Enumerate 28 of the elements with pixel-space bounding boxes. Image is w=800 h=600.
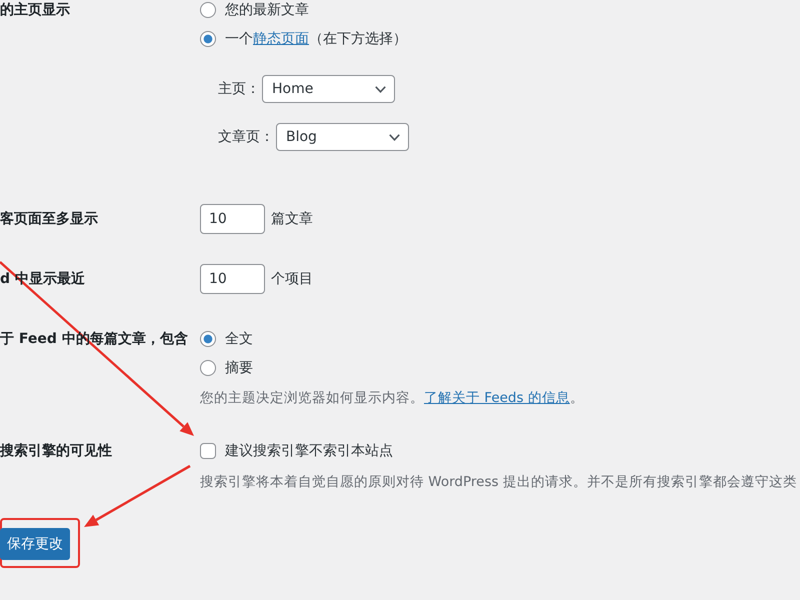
select-label: 主页： <box>218 80 260 99</box>
save-button[interactable]: 保存更改 <box>0 528 70 560</box>
page-select[interactable]: Home <box>262 75 395 103</box>
checkbox[interactable] <box>200 443 216 459</box>
description-text: 搜索引擎将本着自觉自愿的原则对待 WordPress 提出的请求。并不是所有搜索引擎都会遵守这类 <box>200 473 797 492</box>
select-label: 文章页： <box>218 128 274 147</box>
radio-button[interactable] <box>200 31 216 47</box>
option-label: 全文 <box>225 330 253 349</box>
unit-label: 个项目 <box>271 270 313 289</box>
inline-link[interactable]: 静态页面 <box>253 31 309 47</box>
info-link[interactable]: 了解关于 Feeds 的信息 <box>424 390 570 406</box>
page-select[interactable]: Blog <box>276 123 409 151</box>
chevron-down-icon <box>375 86 386 92</box>
radio-button[interactable] <box>200 331 216 347</box>
setting-label: 客页面至多显示 <box>0 210 98 229</box>
chevron-down-icon <box>389 134 400 140</box>
unit-label: 篇文章 <box>271 210 313 229</box>
option-label: 摘要 <box>225 359 253 378</box>
setting-label: 搜索引擎的可见性 <box>0 442 112 461</box>
setting-label: 的主页显示 <box>0 0 70 20</box>
number-field[interactable]: 10 <box>200 204 265 234</box>
option-label: 一个静态页面（在下方选择） <box>225 30 407 49</box>
radio-button[interactable] <box>200 2 216 18</box>
checkbox-label: 建议搜索引擎不索引本站点 <box>225 442 393 461</box>
radio-button[interactable] <box>200 360 216 376</box>
description-text: 您的主题决定浏览器如何显示内容。了解关于 Feeds 的信息。 <box>200 389 584 408</box>
option-label: 您的最新文章 <box>225 1 309 20</box>
number-field[interactable]: 10 <box>200 264 265 294</box>
